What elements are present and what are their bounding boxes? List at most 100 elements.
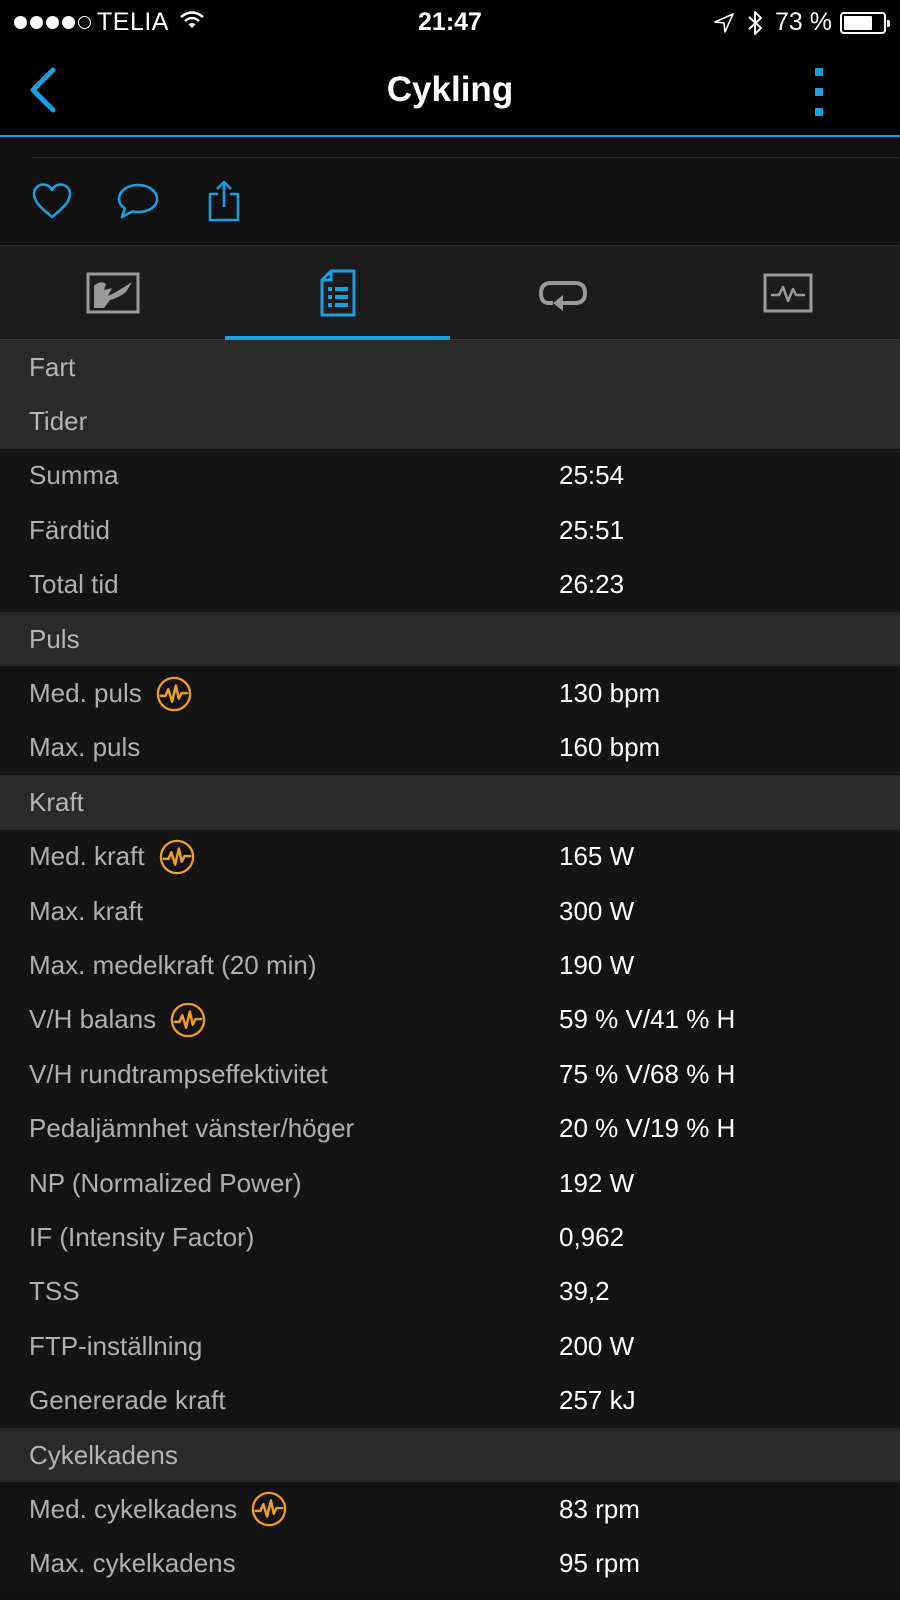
stat-label-wrap: V/H balans	[0, 1002, 530, 1038]
comment-button[interactable]	[116, 179, 160, 223]
stat-label-wrap: Färdtid	[0, 515, 530, 546]
stat-label-wrap: FTP-inställning	[0, 1331, 530, 1362]
stat-label: V/H rundtrampseffektivitet	[29, 1058, 328, 1089]
stat-label: NP (Normalized Power)	[29, 1167, 302, 1198]
stat-row: Max. medelkraft (20 min) 190 W	[0, 938, 900, 993]
tab-bar	[0, 245, 900, 340]
stat-value: 25:54	[559, 460, 625, 491]
stat-value: 39,2	[559, 1276, 610, 1307]
stat-value: 192 W	[559, 1167, 635, 1198]
stat-label-wrap: Med. cykelkadens	[0, 1491, 530, 1527]
stat-label: IF (Intensity Factor)	[29, 1221, 255, 1252]
laps-icon	[538, 280, 587, 311]
heart-rate-badge-icon[interactable]	[251, 1491, 287, 1527]
battery-icon	[840, 11, 890, 34]
stat-row: Summa 25:54	[0, 448, 900, 504]
stat-row: TSS 39,2	[0, 1264, 900, 1320]
battery-percentage: 73 %	[775, 8, 832, 36]
stat-label: Max. cykelkadens	[29, 1548, 236, 1579]
stat-row: IF (Intensity Factor) 0,962	[0, 1210, 900, 1265]
tab-charts[interactable]	[675, 246, 900, 339]
stat-label-wrap: Med. kraft	[0, 839, 530, 875]
charts-icon	[763, 273, 812, 312]
stat-label-wrap: V/H rundtrampseffektivitet	[0, 1059, 530, 1090]
map-icon	[86, 272, 139, 313]
stat-label-wrap: Med. puls	[0, 676, 530, 712]
heart-rate-badge-icon[interactable]	[170, 1002, 206, 1038]
stat-row: V/H balans 59 % V/41 % H	[0, 992, 900, 1048]
stat-label: Med. cykelkadens	[29, 1493, 238, 1524]
stat-label-wrap: IF (Intensity Factor)	[0, 1222, 530, 1253]
stat-label: Summa	[29, 460, 119, 491]
stat-value: 20 % V/19 % H	[559, 1113, 736, 1144]
stat-label: TSS	[29, 1276, 80, 1307]
stat-label-wrap: Genererade kraft	[0, 1385, 530, 1416]
share-icon	[208, 180, 240, 222]
stat-label-wrap: Max. cykelkadens	[0, 1548, 530, 1579]
stat-label: Genererade kraft	[29, 1385, 226, 1416]
stat-value: 0,962	[559, 1221, 625, 1252]
section-header: Puls	[0, 611, 900, 667]
heart-icon	[32, 183, 72, 219]
comment-icon	[117, 183, 159, 219]
stat-label: Total tid	[29, 569, 119, 600]
stat-value: 190 W	[559, 949, 635, 980]
stat-row: Max. kraft 300 W	[0, 883, 900, 939]
tab-laps[interactable]	[450, 246, 675, 339]
heart-rate-badge-icon[interactable]	[156, 676, 192, 712]
section-header: Cykelkadens	[0, 1427, 900, 1483]
stat-label-wrap: Max. puls	[0, 732, 530, 763]
heart-rate-badge-icon[interactable]	[159, 839, 195, 875]
divider	[32, 157, 900, 158]
stat-row: Med. kraft 165 W	[0, 829, 900, 884]
stat-label-wrap: Total tid	[0, 569, 530, 600]
stat-row: Max. cykelkadens 95 rpm	[0, 1536, 900, 1591]
stat-value: 257 kJ	[559, 1385, 636, 1416]
stat-label-wrap: NP (Normalized Power)	[0, 1168, 530, 1199]
stat-value: 200 W	[559, 1330, 635, 1361]
stat-row: FTP-inställning 200 W	[0, 1319, 900, 1374]
stat-value: 25:51	[559, 514, 625, 545]
stat-row: Max. puls 160 bpm	[0, 720, 900, 776]
stat-label-wrap: Summa	[0, 460, 530, 491]
stat-row: NP (Normalized Power) 192 W	[0, 1155, 900, 1211]
status-right: 73 %	[713, 8, 890, 37]
bluetooth-icon	[747, 10, 763, 36]
section-header: Tider	[0, 394, 900, 449]
stat-row: Genererade kraft 257 kJ	[0, 1373, 900, 1428]
stat-row: Total tid 26:23	[0, 557, 900, 612]
action-row	[0, 137, 900, 245]
stat-row: Pedaljämnhet vänster/höger 20 % V/19 % H	[0, 1101, 900, 1156]
details-icon	[320, 269, 355, 316]
stat-label-wrap: Max. kraft	[0, 896, 530, 927]
stat-value: 75 % V/68 % H	[559, 1058, 736, 1089]
navigation-bar: Cykling	[0, 44, 900, 137]
stat-label: Max. medelkraft (20 min)	[29, 949, 317, 980]
stat-value: 165 W	[559, 841, 635, 872]
stat-value: 59 % V/41 % H	[559, 1004, 736, 1035]
status-bar: TELIA 21:47 73 %	[0, 0, 900, 44]
stat-row: Med. puls 130 bpm	[0, 666, 900, 721]
more-options-button[interactable]	[804, 68, 834, 116]
stats-list: Fart Tider Summa 25:54 Färdtid 25:51 Total tid…	[0, 340, 900, 1591]
like-button[interactable]	[30, 179, 74, 223]
stat-label: Max. puls	[29, 732, 141, 763]
stat-label-wrap: Pedaljämnhet vänster/höger	[0, 1113, 530, 1144]
tab-map[interactable]	[0, 246, 225, 339]
more-vertical-icon	[815, 68, 823, 76]
stat-label: V/H balans	[29, 1004, 157, 1035]
location-icon	[713, 12, 735, 34]
share-button[interactable]	[202, 179, 246, 223]
page-title: Cykling	[386, 70, 514, 109]
stat-row: Med. cykelkadens 83 rpm	[0, 1482, 900, 1537]
stat-label: Max. kraft	[29, 895, 144, 926]
stat-value: 26:23	[559, 569, 625, 600]
stat-label-wrap: TSS	[0, 1276, 530, 1307]
stat-row: Färdtid 25:51	[0, 503, 900, 558]
stat-label: Färdtid	[29, 514, 110, 545]
stat-label-wrap: Max. medelkraft (20 min)	[0, 950, 530, 981]
tab-details[interactable]	[225, 246, 450, 340]
stat-value: 95 rpm	[559, 1548, 640, 1579]
stat-label: Med. puls	[29, 678, 142, 709]
stat-row: V/H rundtrampseffektivitet 75 % V/68 % H	[0, 1047, 900, 1102]
